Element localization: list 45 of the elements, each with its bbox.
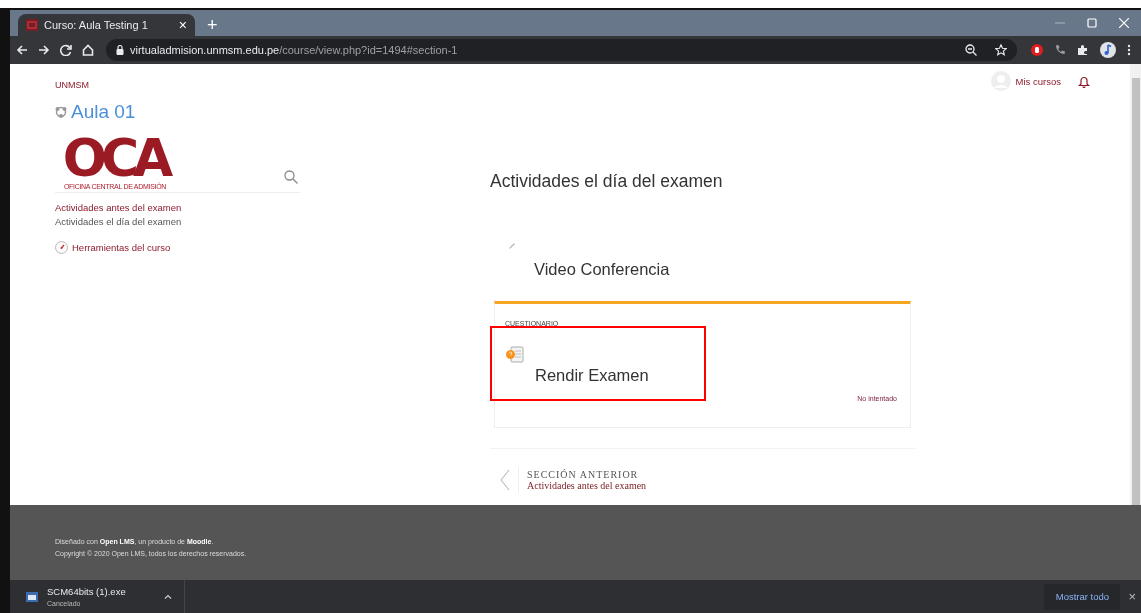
gauge-icon [55, 241, 68, 254]
chevron-left-icon [500, 469, 510, 491]
file-icon [26, 591, 38, 602]
course-tools-link[interactable]: Herramientas del curso [72, 242, 171, 253]
caret-up-icon [164, 594, 172, 599]
show-all-button[interactable]: Mostrar todo [1044, 583, 1121, 610]
tab-close-button[interactable]: × [178, 17, 187, 33]
pencil-icon [508, 242, 516, 250]
search-icon[interactable] [284, 170, 298, 184]
scrollbar[interactable] [1130, 64, 1141, 505]
sidebar-section-link[interactable]: Actividades antes del examen [55, 202, 300, 213]
url-text: virtualadmision.unmsm.edu.pe/course/view.php?id=1494#section-1 [130, 44, 458, 56]
course-icon [55, 106, 67, 118]
home-icon [82, 44, 94, 56]
previous-section-label: SECCIÓN ANTERIOR [527, 469, 640, 480]
previous-section-link[interactable]: Actividades antes del examen [527, 480, 647, 491]
tab-title: Curso: Aula Testing 1 [44, 19, 149, 31]
reload-icon [60, 44, 72, 56]
back-arrow-icon [16, 44, 28, 56]
restore-icon [1087, 18, 1097, 28]
browser-tab[interactable]: Curso: Aula Testing 1 × [18, 14, 195, 36]
site-link[interactable]: UNMSM [55, 80, 89, 90]
bell-icon[interactable] [1078, 74, 1090, 88]
star-icon [995, 44, 1007, 56]
lock-icon [116, 45, 124, 55]
profile-avatar-icon [1100, 42, 1116, 58]
activity-title: Video Conferencia [534, 260, 671, 279]
quiz-icon [505, 346, 525, 364]
sidebar-section-link[interactable]: Actividades el día del examen [55, 216, 300, 227]
logo-wordmark: OCA [62, 135, 168, 181]
forward-arrow-icon [38, 44, 50, 56]
download-filename: SCM64bits (1).exe [47, 586, 127, 597]
close-button[interactable]: × [1128, 589, 1136, 604]
more-menu-icon [1127, 44, 1131, 56]
activity-link[interactable]: Rendir Examen [535, 366, 900, 385]
address-bar[interactable]: virtualadmision.unmsm.edu.pe/course/view.php?id=1494#section-1 [106, 39, 1017, 61]
new-tab-button[interactable]: + [203, 15, 222, 35]
course-title: Aula 01 [71, 101, 136, 123]
section-title: Actividades el día del examen [490, 171, 724, 192]
phone-icon [1054, 44, 1066, 56]
my-courses-link[interactable]: Mis cursos [1015, 75, 1061, 87]
puzzle-icon [1077, 44, 1089, 56]
zoom-out-icon [965, 44, 977, 56]
close-icon [1119, 18, 1129, 28]
favicon-icon [26, 19, 38, 31]
